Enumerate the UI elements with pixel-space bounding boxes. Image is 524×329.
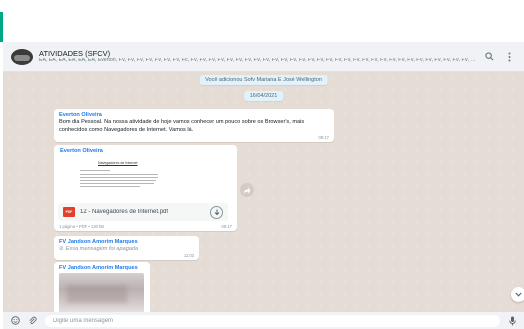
message-sender[interactable]: Everton Oliveira: [60, 148, 103, 154]
pdf-preview-line: [80, 170, 110, 172]
paperclip-icon[interactable]: [26, 315, 38, 327]
pdf-preview-line: [80, 183, 154, 185]
emoji-icon[interactable]: [9, 315, 21, 327]
chat-panel[interactable]: Você adicionou Sofv Mariana E José Welli…: [3, 72, 524, 312]
pdf-preview-title: Navegadores de Internet: [98, 161, 138, 165]
member-list: EA, EA, EA, EA, EA, EA, Everton, FV, FV,…: [39, 57, 477, 63]
message-composer: [3, 312, 524, 329]
message-sender[interactable]: Everton Oliveira: [59, 112, 329, 118]
accent-bar: [0, 12, 3, 42]
message-sender[interactable]: FV Jandson Amorim Marques: [59, 265, 145, 271]
message-input[interactable]: [45, 314, 500, 327]
image-message[interactable]: FV Jandson Amorim Marques: [54, 262, 150, 312]
message-bubble[interactable]: FV Jandson Amorim Marques ⊘ Essa mensagem…: [54, 236, 199, 260]
message-time: 09:17: [318, 135, 329, 140]
pdf-preview-line: [80, 177, 158, 179]
page-top-strip: [0, 0, 524, 42]
file-attachment[interactable]: PDF 12 - Navegadores de Internet.pdf: [58, 203, 228, 221]
document-message[interactable]: Everton Oliveira Navegadores de Internet…: [54, 145, 237, 231]
chat-header[interactable]: ATIVIDADES (SFCV) EA, EA, EA, EA, EA, EA…: [3, 42, 524, 72]
search-icon[interactable]: [482, 50, 496, 64]
chat-name: ATIVIDADES (SFCV): [39, 48, 111, 58]
chat-header-info[interactable]: ATIVIDADES (SFCV) EA, EA, EA, EA, EA, EA…: [39, 48, 477, 64]
message-bubble[interactable]: Everton Oliveira Bom dia Pessoal. Na nos…: [54, 109, 334, 142]
pdf-file-icon: PDF: [63, 207, 75, 217]
date-chip: 16/04/2021: [243, 91, 284, 101]
microphone-icon[interactable]: [506, 315, 518, 327]
deleted-message: ⊘ Essa mensagem foi apagada: [59, 246, 194, 252]
file-name: 12 - Navegadores de Internet.pdf: [80, 209, 169, 215]
chevron-down-icon[interactable]: [511, 287, 524, 302]
deleted-message-text: Essa mensagem foi apagada: [65, 246, 139, 252]
file-meta: 1 página • PDF • 130 kB: [59, 224, 105, 229]
image-thumbnail[interactable]: [59, 273, 144, 312]
message-text: Bom dia Pessoal. Na nossa atividade de h…: [59, 119, 305, 133]
pdf-preview-line: [80, 180, 156, 182]
download-icon[interactable]: [210, 205, 223, 219]
blocked-icon: ⊘: [59, 246, 64, 252]
pdf-preview-line: [80, 174, 158, 176]
group-avatar[interactable]: [11, 48, 33, 65]
pdf-preview[interactable]: Navegadores de Internet: [58, 157, 228, 202]
message-sender[interactable]: FV Jandson Amorim Marques: [59, 239, 194, 245]
system-message: Você adicionou Sofv Mariana E José Welli…: [199, 75, 328, 85]
forward-icon[interactable]: [240, 183, 254, 197]
menu-icon[interactable]: [502, 50, 516, 64]
message-time: 09:17: [221, 224, 232, 229]
pdf-preview-line: [80, 186, 140, 188]
message-time: 11:03: [183, 253, 194, 258]
